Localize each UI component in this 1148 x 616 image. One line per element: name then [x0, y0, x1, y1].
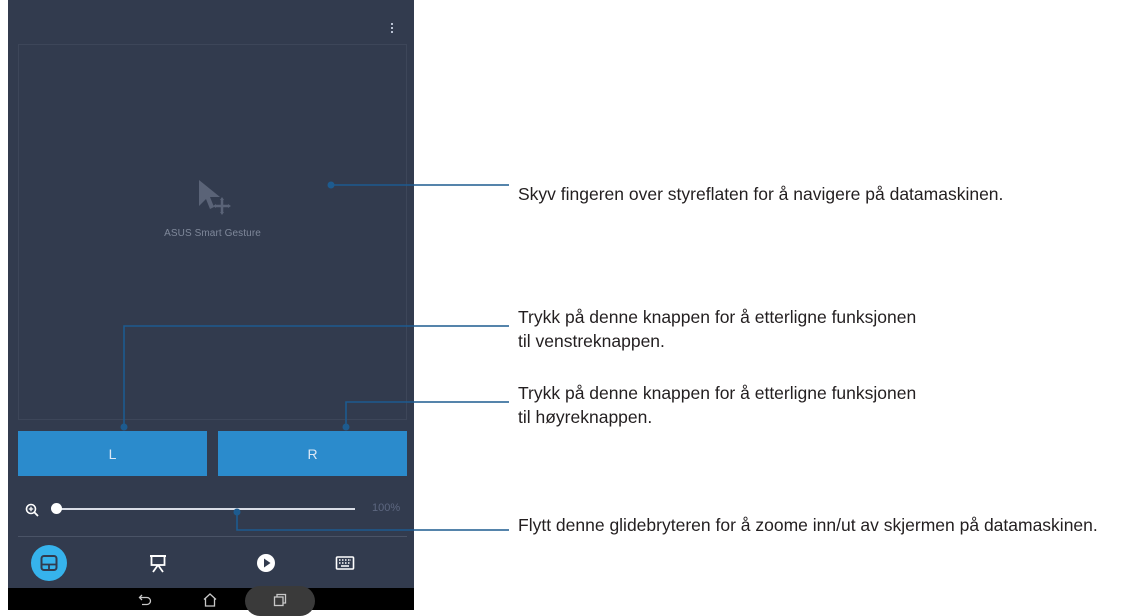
tab-divider — [18, 536, 407, 537]
callout-left-button: Trykk på denne knappen for å etterligne … — [518, 307, 917, 351]
presentation-icon — [150, 555, 166, 573]
callout-touchpad: Skyv fingeren over styreflaten for å nav… — [518, 184, 1004, 204]
zoom-value: 100% — [372, 502, 401, 514]
right-click-button[interactable]: R — [218, 431, 407, 476]
touchpad-icon — [40, 555, 58, 571]
tab-media[interactable] — [248, 545, 284, 581]
recents-button[interactable] — [271, 591, 289, 609]
recents-icon — [273, 593, 287, 607]
left-click-button[interactable]: L — [18, 431, 207, 476]
tab-presentation[interactable] — [140, 545, 176, 581]
keyboard-icon — [335, 556, 355, 570]
home-button[interactable] — [201, 591, 219, 609]
overflow-menu-icon[interactable] — [388, 18, 396, 38]
tab-touchpad[interactable] — [31, 545, 67, 581]
callout-zoom-slider: Flytt denne glidebryteren for å zoome in… — [518, 515, 1098, 535]
cursor-move-gesture-icon — [199, 180, 231, 215]
play-circle-icon — [257, 554, 275, 572]
back-icon — [138, 594, 152, 606]
zoom-in-icon — [25, 503, 39, 517]
tab-keyboard[interactable] — [327, 545, 363, 581]
back-button[interactable] — [136, 591, 154, 609]
zoom-slider-track[interactable] — [55, 508, 355, 510]
zoom-slider-thumb[interactable] — [50, 503, 62, 514]
home-icon — [203, 593, 217, 607]
app-name-label: ASUS Smart Gesture — [164, 228, 261, 239]
callout-right-button: Trykk på denne knappen for å etterligne … — [518, 383, 917, 427]
